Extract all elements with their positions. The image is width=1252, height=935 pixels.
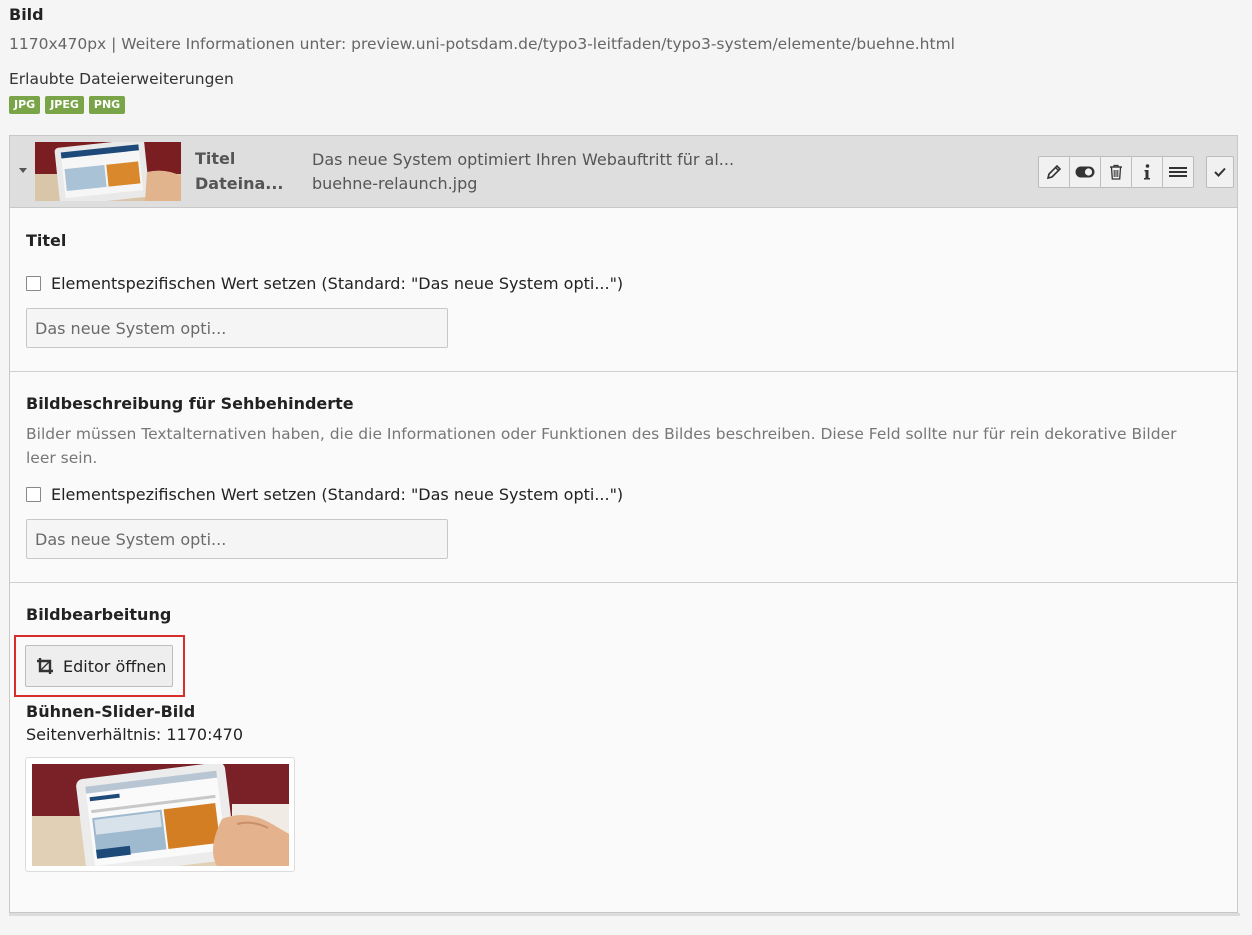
trash-icon	[1110, 164, 1122, 180]
file-title-value: Das neue System optimiert Ihren Webauftr…	[312, 150, 735, 169]
file-reference-header[interactable]: Titel Das neue System optimiert Ihren We…	[10, 136, 1237, 208]
file-thumbnail	[35, 142, 181, 201]
open-editor-label: Editor öffnen	[63, 656, 167, 676]
edit-button[interactable]	[1038, 156, 1070, 188]
menu-icon	[1169, 167, 1187, 177]
open-editor-button[interactable]: Editor öffnen	[25, 645, 173, 687]
check-icon	[1214, 167, 1226, 177]
info-icon	[1144, 164, 1150, 180]
alt-text-heading: Bildbeschreibung für Sehbehinderte	[26, 394, 354, 413]
toggle-icon	[1075, 166, 1095, 178]
title-override-label: Elementspezifischen Wert setzen (Standar…	[51, 274, 624, 293]
badge-png: PNG	[88, 96, 126, 114]
field-description: 1170x470px | Weitere Informationen unter…	[9, 35, 955, 53]
extension-badges: JPG JPEG PNG	[9, 96, 126, 114]
file-actions-toolbar	[1038, 156, 1194, 188]
section-divider	[10, 582, 1237, 583]
panel-bottom-shadow	[9, 913, 1240, 916]
badge-jpg: JPG	[9, 96, 41, 114]
image-editing-heading: Bildbearbeitung	[26, 605, 172, 624]
crop-icon	[37, 658, 53, 674]
crop-preview-image	[32, 764, 289, 866]
delete-button[interactable]	[1100, 156, 1132, 188]
crop-preview-frame	[25, 757, 295, 872]
toggle-visibility-button[interactable]	[1069, 156, 1101, 188]
crop-variant-title: Bühnen-Slider-Bild	[26, 702, 196, 721]
alt-text-override-label: Elementspezifischen Wert setzen (Standar…	[51, 485, 624, 504]
file-reference-panel: Titel Das neue System optimiert Ihren We…	[9, 135, 1238, 913]
title-heading: Titel	[26, 231, 67, 250]
title-input[interactable]	[26, 308, 448, 348]
file-name-value: buehne-relaunch.jpg	[312, 174, 478, 193]
alt-text-description: Bilder müssen Textalternativen haben, di…	[26, 425, 1177, 467]
title-override-row[interactable]: Elementspezifischen Wert setzen (Standar…	[26, 274, 623, 293]
badge-jpeg: JPEG	[45, 96, 84, 114]
title-section: Titel Elementspezifischen Wert setzen (S…	[10, 208, 1237, 371]
crop-aspect-ratio: Seitenverhältnis: 1170:470	[26, 725, 244, 744]
file-title-label: Titel	[195, 149, 236, 168]
file-name-label: Dateina...	[195, 174, 284, 193]
alt-text-section: Bildbeschreibung für Sehbehinderte Bilde…	[10, 372, 1237, 582]
confirm-button[interactable]	[1206, 156, 1234, 188]
edit-icon	[1046, 164, 1062, 180]
allowed-extensions-label: Erlaubte Dateierweiterungen	[9, 70, 234, 88]
alt-text-override-checkbox[interactable]	[26, 487, 41, 502]
info-button[interactable]	[1131, 156, 1163, 188]
collapse-caret-icon[interactable]	[19, 168, 27, 173]
more-options-button[interactable]	[1162, 156, 1194, 188]
alt-text-override-row[interactable]: Elementspezifischen Wert setzen (Standar…	[26, 485, 623, 504]
alt-text-input[interactable]	[26, 519, 448, 559]
title-override-checkbox[interactable]	[26, 276, 41, 291]
field-title: Bild	[9, 5, 44, 24]
